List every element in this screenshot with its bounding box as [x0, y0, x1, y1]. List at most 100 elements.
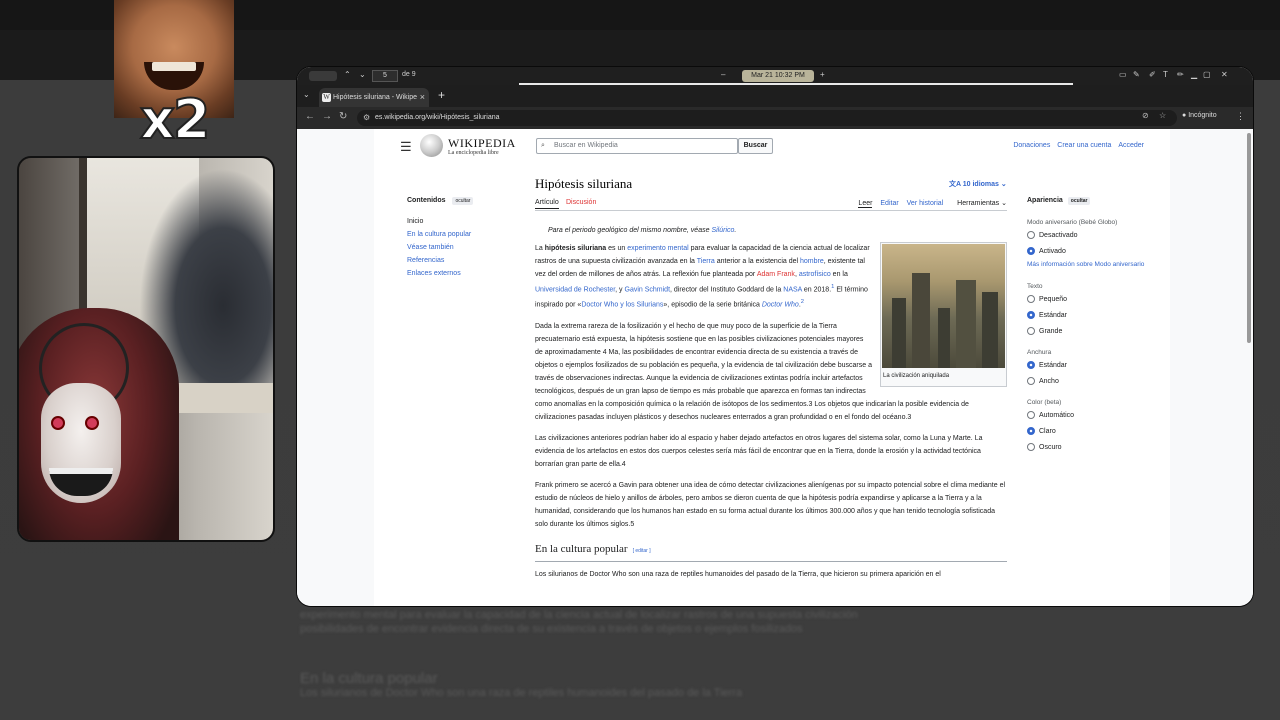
radio-button-selected[interactable]	[1027, 427, 1035, 435]
toc-item[interactable]: Enlaces externos	[407, 270, 517, 277]
draw-icon[interactable]: ✐	[1149, 70, 1156, 79]
blur-heading: En la cultura popular	[300, 670, 438, 687]
minimize-icon[interactable]: ▁	[1191, 70, 1197, 79]
page-total: de 9	[402, 71, 416, 78]
search-input[interactable]: ⌕ Buscar en Wikipedia	[536, 138, 738, 154]
silurico-link[interactable]: Silúrico	[711, 227, 734, 234]
forward-icon[interactable]: →	[322, 111, 332, 122]
article-body: Para el periodo geológico del mismo nomb…	[535, 224, 1007, 589]
section-edit-link[interactable]: [ editar ]	[633, 548, 651, 554]
radio-anniv-on[interactable]: Activado	[1027, 247, 1147, 255]
ruined-city-image[interactable]	[882, 244, 1005, 368]
eye-off-icon[interactable]: ⊘	[1142, 111, 1149, 120]
page-number-input[interactable]: 5	[372, 70, 398, 82]
radio-button[interactable]	[1027, 231, 1035, 239]
tab-article[interactable]: Artículo	[535, 199, 559, 209]
page-scrollbar[interactable]	[1247, 133, 1251, 343]
toc-item[interactable]: En la cultura popular	[407, 231, 517, 238]
reload-icon[interactable]: ↻	[339, 111, 347, 122]
option-label: Claro	[1039, 427, 1056, 435]
blur-text: Los silurianos de Doctor Who son una raz…	[300, 687, 743, 699]
toc-title-text: Contenidos	[407, 197, 446, 204]
incognito-badge[interactable]: ● Incógnito	[1182, 112, 1217, 119]
toc-hide-button[interactable]: ocultar	[452, 197, 474, 205]
radio-text-small[interactable]: Pequeño	[1027, 295, 1147, 303]
text-tool-icon[interactable]: T	[1163, 70, 1168, 79]
pdf-viewer-toolbar: ⌃ ⌄ 5 de 9 – Mar 21 10:32 PM + ▭ ✎ ✐ T ✏…	[297, 67, 1253, 85]
link[interactable]: NASA	[783, 286, 802, 293]
toc-item[interactable]: Referencias	[407, 257, 517, 264]
radio-text-large[interactable]: Grande	[1027, 327, 1147, 335]
radio-button[interactable]	[1027, 327, 1035, 335]
tab-edit[interactable]: Editar	[880, 200, 898, 207]
link[interactable]: experimento mental	[627, 245, 688, 252]
search-button[interactable]: Buscar	[738, 138, 773, 154]
reference[interactable]: 2	[801, 299, 804, 305]
link[interactable]: Tierra	[697, 258, 715, 265]
tab-history[interactable]: Ver historial	[907, 200, 944, 207]
site-info-icon[interactable]: ⚙	[363, 110, 370, 126]
tab-talk[interactable]: Discusión	[566, 199, 596, 206]
option-label: Pequeño	[1039, 295, 1068, 303]
page-title: Hipótesis siluriana	[535, 176, 633, 191]
link[interactable]: Gavin Schmidt	[625, 286, 671, 293]
maximize-icon[interactable]: ▢	[1203, 70, 1211, 79]
chevron-down-icon[interactable]: ⌄	[359, 70, 366, 79]
radio-color-dark[interactable]: Oscuro	[1027, 443, 1147, 451]
multiplier-text: x2	[139, 87, 211, 152]
option-label: Activado	[1039, 247, 1066, 255]
highlight-icon[interactable]: ✎	[1133, 70, 1140, 79]
radio-button-selected[interactable]	[1027, 311, 1035, 319]
tab-read[interactable]: Leer	[858, 200, 873, 208]
sidebar-toggle-button[interactable]	[309, 71, 337, 81]
login-link[interactable]: Acceder	[1118, 142, 1144, 149]
link[interactable]: Doctor Who y los Silurians	[581, 302, 663, 309]
radio-color-auto[interactable]: Automático	[1027, 411, 1147, 419]
comment-icon[interactable]: ▭	[1119, 70, 1127, 79]
zoom-in-icon[interactable]: +	[820, 70, 825, 79]
radio-width-wide[interactable]: Ancho	[1027, 377, 1147, 385]
redlink[interactable]: Adam Frank	[757, 271, 795, 278]
tools-menu[interactable]: Herramientas ⌄	[951, 200, 1007, 207]
bookmark-star-icon[interactable]: ☆	[1159, 111, 1166, 120]
logo-title[interactable]: WIKIPEDIA	[448, 136, 516, 151]
link[interactable]: astrofísico	[799, 271, 831, 278]
tab-list-chevron-icon[interactable]: ⌄	[303, 90, 310, 99]
close-icon[interactable]: ✕	[1221, 70, 1228, 79]
toc-item[interactable]: Inicio	[407, 218, 517, 225]
radio-button-selected[interactable]	[1027, 361, 1035, 369]
radio-button[interactable]	[1027, 443, 1035, 451]
donate-link[interactable]: Donaciones	[1013, 142, 1050, 149]
zoom-out-icon[interactable]: –	[721, 70, 725, 79]
hatnote-text: Para el periodo geológico del mismo nomb…	[548, 227, 712, 234]
main-menu-icon[interactable]: ☰	[400, 139, 412, 155]
tab-wikipedia[interactable]: W Hipótesis siluriana - Wikipe ×	[319, 88, 429, 107]
language-selector[interactable]: 文A 10 idiomas ⌄	[949, 179, 1007, 189]
link[interactable]: hombre	[800, 258, 824, 265]
back-icon[interactable]: ←	[305, 111, 315, 122]
link[interactable]: Doctor Who	[762, 302, 799, 309]
radio-width-standard[interactable]: Estándar	[1027, 361, 1147, 369]
appearance-hide-button[interactable]: ocultar	[1067, 197, 1091, 205]
wikipedia-globe-icon[interactable]	[420, 134, 443, 157]
browser-menu-icon[interactable]: ⋮	[1236, 111, 1245, 122]
link[interactable]: Universidad de Rochester	[535, 286, 615, 293]
anniversary-more-link[interactable]: Más información sobre Modo aniversario	[1027, 261, 1147, 269]
radio-button[interactable]	[1027, 295, 1035, 303]
radio-button-selected[interactable]	[1027, 247, 1035, 255]
chevron-up-icon[interactable]: ⌃	[344, 70, 351, 79]
toc-title: Contenidos ocultar	[407, 197, 517, 205]
radio-button[interactable]	[1027, 377, 1035, 385]
radio-color-light[interactable]: Claro	[1027, 427, 1147, 435]
section-heading: En la cultura popular [ editar ]	[535, 543, 1007, 562]
tab-close-icon[interactable]: ×	[420, 88, 425, 107]
pen-icon[interactable]: ✏	[1177, 70, 1184, 79]
create-account-link[interactable]: Crear una cuenta	[1057, 142, 1111, 149]
toc-item[interactable]: Véase también	[407, 244, 517, 251]
new-tab-icon[interactable]: +	[438, 88, 445, 102]
radio-button[interactable]	[1027, 411, 1035, 419]
article-image[interactable]: La civilización aniquilada	[880, 242, 1007, 387]
url-field[interactable]: ⚙ es.wikipedia.org/wiki/Hipótesis_siluri…	[357, 110, 1177, 126]
radio-anniv-off[interactable]: Desactivado	[1027, 231, 1147, 239]
radio-text-standard[interactable]: Estándar	[1027, 311, 1147, 319]
